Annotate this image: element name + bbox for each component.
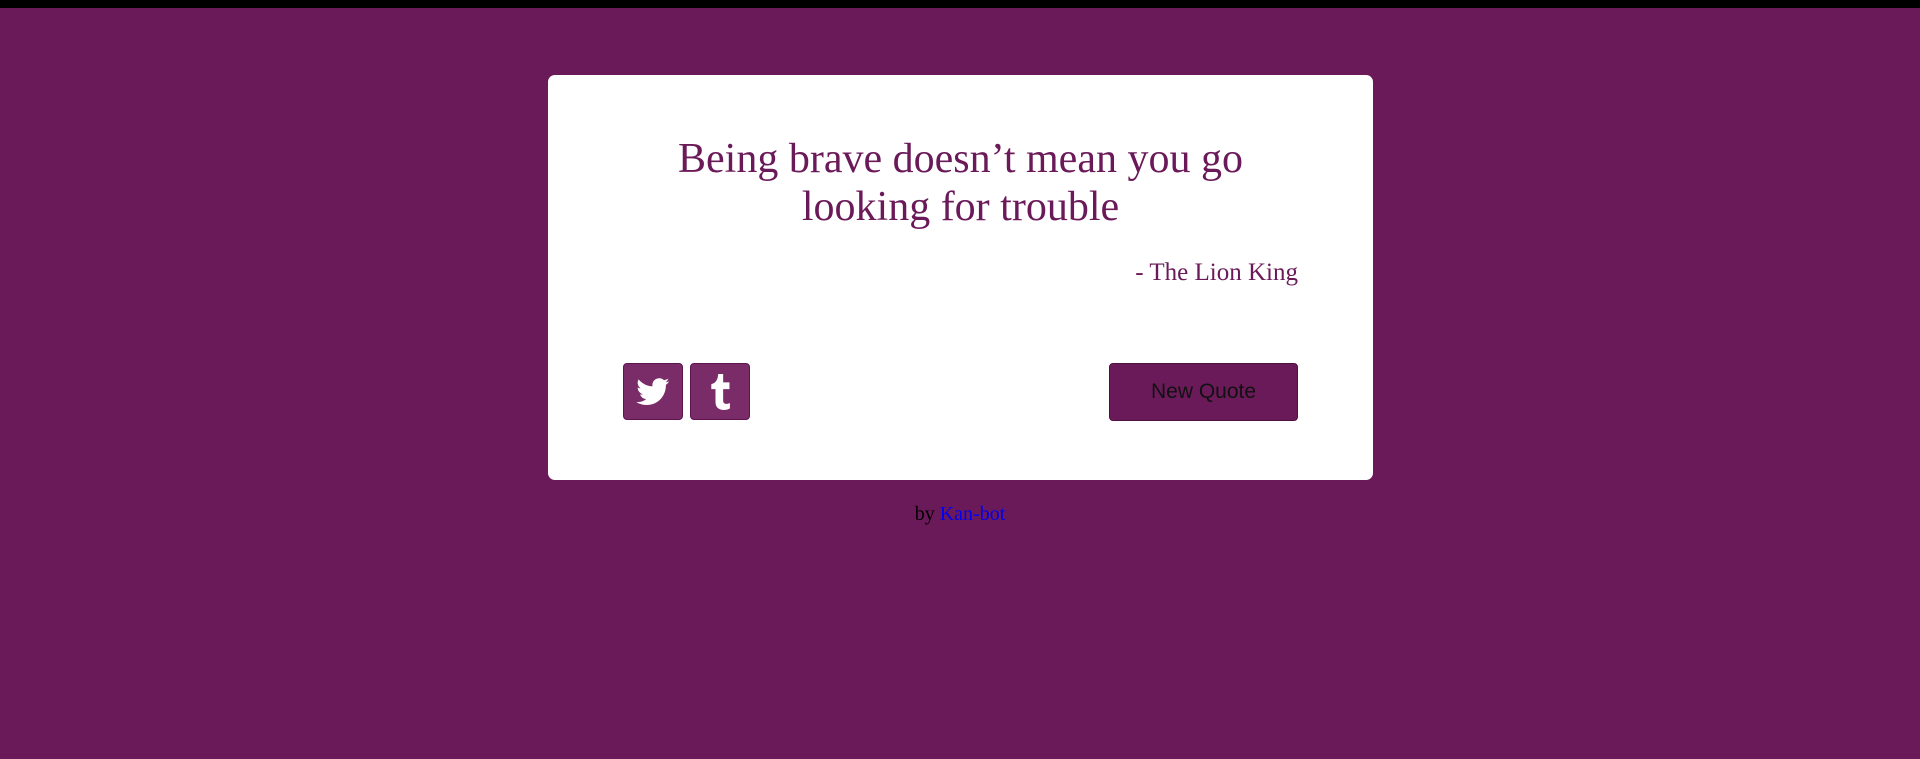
footer-prefix: by — [914, 503, 935, 525]
tumblr-button[interactable] — [690, 363, 750, 420]
tumblr-icon — [709, 373, 731, 410]
author-link[interactable]: Kan-bot — [940, 503, 1006, 525]
new-quote-button[interactable]: New Quote — [1109, 363, 1298, 421]
footer: by Kan-bot — [0, 502, 1920, 526]
quote-card: Being brave doesn’t mean you go looking … — [548, 75, 1373, 480]
top-bar — [0, 0, 1920, 8]
twitter-icon — [636, 377, 670, 406]
quote-text: Being brave doesn’t mean you go looking … — [678, 136, 1243, 230]
quote-author: - The Lion King — [1135, 259, 1298, 286]
tweet-button[interactable] — [623, 363, 683, 420]
